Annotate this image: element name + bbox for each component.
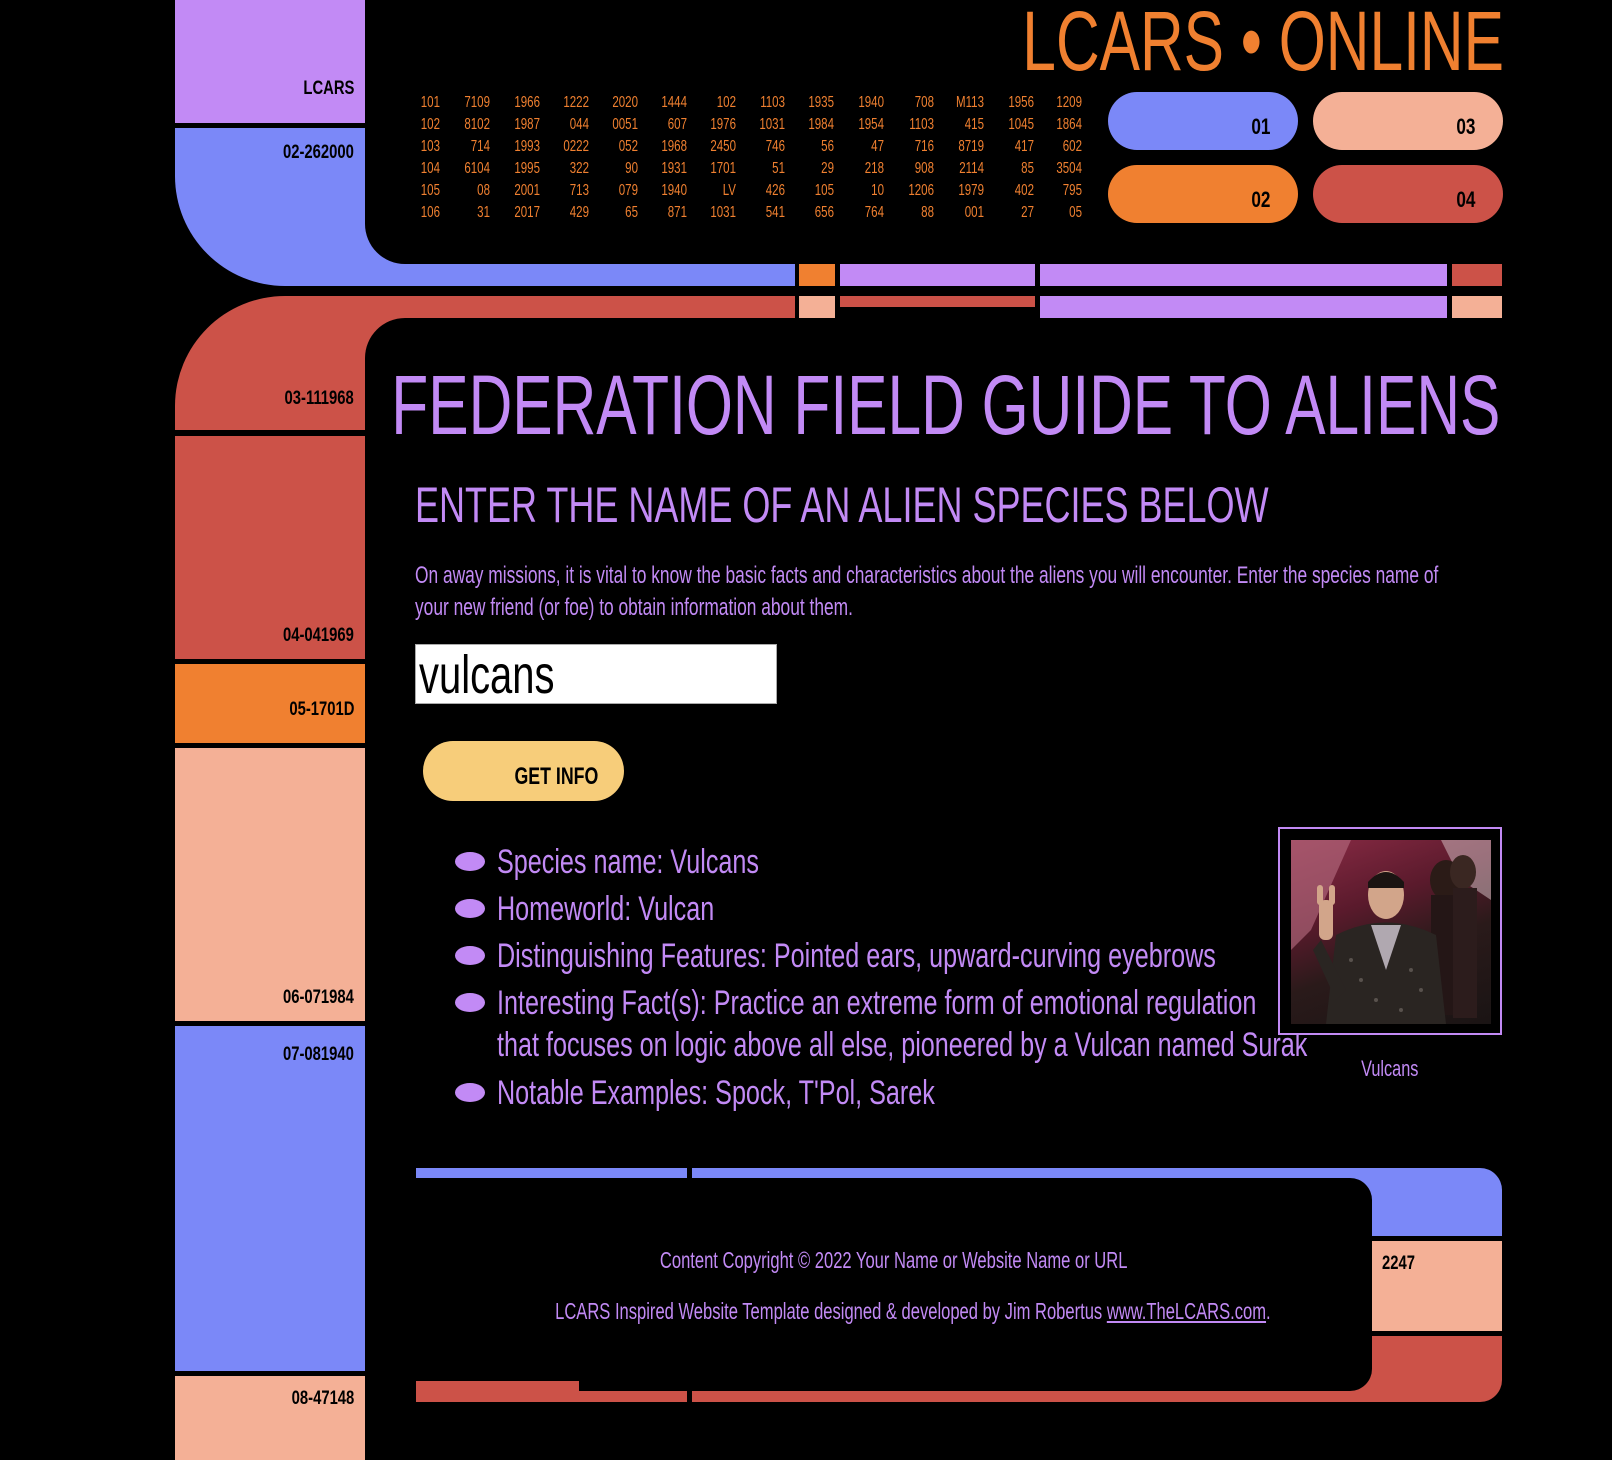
- number-column: 1444 607 1968 1931 1940 871: [661, 94, 687, 221]
- divider-bar: [1040, 264, 1447, 286]
- number-column: 1940 1954 47 218 10 764: [858, 94, 884, 221]
- sidebar-panel-04[interactable]: 04-041969: [175, 436, 365, 659]
- divider-bar: [840, 296, 1035, 307]
- sidebar-panel-08[interactable]: 08-47148: [175, 1376, 365, 1460]
- number-column: 102 1976 2450 1701 LV 1031: [710, 94, 736, 221]
- number-column: 708 1103 716 908 1206 88: [908, 94, 934, 221]
- number-column: 101 102 103 104 105 106: [420, 94, 440, 221]
- divider-bar: [840, 264, 1035, 286]
- footer-copyright: Content Copyright © 2022 Your Name or We…: [660, 1247, 1128, 1273]
- divider-bar: [799, 296, 835, 318]
- footer-credit-end: .: [1266, 1298, 1271, 1324]
- fact-homeworld: Homeworld: Vulcan: [497, 890, 715, 928]
- header-button-02[interactable]: 02: [1108, 165, 1298, 223]
- divider-bar: [799, 264, 835, 286]
- sidebar-top-label: LCARS: [302, 78, 354, 99]
- number-column: 1209 1864 602 3504 795 05: [1056, 94, 1082, 221]
- footer-credit-link[interactable]: www.TheLCARS.com: [1107, 1298, 1266, 1324]
- divider-bar: [1452, 264, 1502, 286]
- page-title: FEDERATION FIELD GUIDE TO ALIENS: [390, 358, 1500, 452]
- number-column: 1956 1045 417 85 402 27: [1008, 94, 1034, 221]
- get-info-button[interactable]: GET INFO: [423, 741, 624, 801]
- sidebar-panel-05[interactable]: 05-1701D: [175, 664, 365, 743]
- list-bullet: [455, 993, 485, 1012]
- species-image-frame: [1278, 827, 1502, 1035]
- header-button-03[interactable]: 03: [1313, 92, 1503, 150]
- number-column: 2020 0051 052 90 079 65: [612, 94, 638, 221]
- sidebar-top-panel[interactable]: LCARS: [175, 0, 365, 123]
- divider-bar: [1452, 296, 1502, 318]
- number-column: 1103 1031 746 51 426 541: [759, 94, 785, 221]
- number-column: 1966 1987 1993 1995 2001 2017: [514, 94, 540, 221]
- footer-top-bar: [416, 1168, 687, 1178]
- intro-text: On away missions, it is vital to know th…: [415, 562, 1439, 621]
- number-column: 7109 8102 714 6104 08 31: [464, 94, 490, 221]
- sidebar-label-1: 02-262000: [283, 142, 354, 163]
- list-bullet: [455, 899, 485, 918]
- list-bullet: [455, 1083, 485, 1102]
- species-search-input[interactable]: vulcans: [415, 644, 777, 704]
- footer-credit: LCARS Inspired Website Template designed…: [416, 1298, 1372, 1325]
- header-button-01[interactable]: 01: [1108, 92, 1298, 150]
- page-subtitle: ENTER THE NAME OF AN ALIEN SPECIES BELOW: [415, 477, 1269, 533]
- species-image: [1291, 840, 1491, 1024]
- number-column: 1935 1984 56 29 105 656: [808, 94, 834, 221]
- divider-bar: [1040, 296, 1447, 318]
- list-bullet: [455, 852, 485, 871]
- footer-bottom-bar: [416, 1381, 579, 1402]
- number-column: M113 415 8719 2114 1979 001: [956, 94, 984, 221]
- fact-examples: Notable Examples: Spock, T'Pol, Sarek: [497, 1074, 935, 1112]
- fact-species-name: Species name: Vulcans: [497, 843, 759, 881]
- header-button-04[interactable]: 04: [1313, 165, 1503, 223]
- number-column: 1222 044 0222 322 713 429: [563, 94, 589, 221]
- species-image-caption: Vulcans: [1361, 1056, 1419, 1081]
- footer-side-panel[interactable]: 2247: [1372, 1241, 1502, 1331]
- header-title: LCARS • ONLINE: [1022, 0, 1504, 88]
- list-bullet: [455, 946, 485, 965]
- sidebar-panel-06[interactable]: 06-071984: [175, 748, 365, 1021]
- sidebar-panel-07[interactable]: 07-081940: [175, 1026, 365, 1371]
- footer-credit-text: LCARS Inspired Website Template designed…: [555, 1298, 1103, 1324]
- footer-bottom-bar: [579, 1391, 687, 1402]
- vulcan-figure-illustration: [1291, 840, 1491, 1024]
